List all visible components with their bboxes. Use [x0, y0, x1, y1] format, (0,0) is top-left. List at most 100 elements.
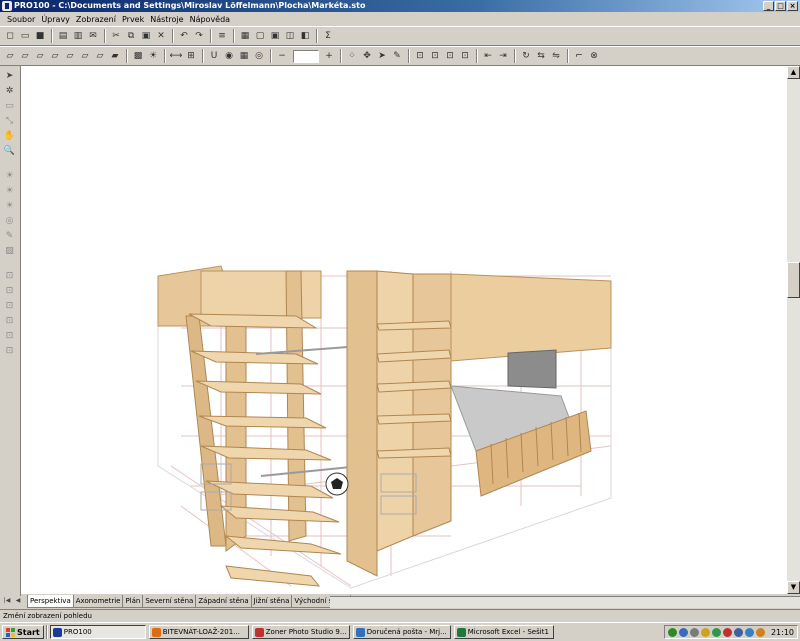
undo-icon[interactable]: ↶ [177, 29, 191, 43]
new-file-icon[interactable]: ◻ [3, 29, 17, 43]
move-icon[interactable]: ✥ [360, 49, 374, 63]
maximize-button[interactable]: □ [775, 1, 786, 11]
scroll-up-button[interactable]: ▲ [787, 66, 800, 79]
tray-shield-icon[interactable] [678, 627, 688, 637]
paint-icon[interactable]: ▨ [3, 245, 16, 258]
left-side-panel[interactable] [185, 315, 227, 547]
save-icon[interactable]: ■ [33, 29, 47, 43]
pan-tool-icon[interactable]: ✋ [3, 130, 16, 143]
menu-2[interactable]: Zobrazení [73, 15, 119, 24]
taskbar-item-4[interactable]: Microsoft Excel - Sešit1 [453, 625, 554, 639]
tab-2[interactable]: Plán [122, 595, 144, 608]
menu-3[interactable]: Prvek [119, 15, 147, 24]
start-button[interactable]: Start [2, 625, 44, 639]
vertical-scrollbar[interactable]: ▲ ▼ [787, 66, 800, 594]
tab-4[interactable]: Západní stěna [195, 595, 252, 608]
cube-front-icon[interactable]: ▱ [78, 49, 92, 63]
zoom-input[interactable] [293, 49, 319, 63]
cube-left-icon[interactable]: ▱ [33, 49, 47, 63]
texture-icon[interactable]: ▩ [131, 49, 145, 63]
taskbar-item-1[interactable]: BITEVNÁT-LOAŽ-201... [148, 625, 249, 639]
horizontal-scrollbar[interactable] [330, 596, 800, 608]
close-button[interactable]: × [787, 1, 798, 11]
tray-globe-icon[interactable] [744, 627, 754, 637]
left-top-panel[interactable] [200, 270, 322, 319]
view-list-icon[interactable]: ▦ [238, 29, 252, 43]
copy-icon[interactable]: ⧉ [124, 29, 138, 43]
snap-1-icon[interactable]: ⊡ [3, 270, 16, 283]
grid-lines-icon[interactable]: ⊞ [184, 49, 198, 63]
center-tall-side[interactable] [376, 270, 414, 552]
bed-overhead-cabinet[interactable] [450, 273, 612, 362]
print-icon[interactable]: ▥ [71, 29, 85, 43]
tab-0[interactable]: Perspektiva [27, 595, 74, 608]
light-3-icon[interactable]: ☀ [3, 200, 16, 213]
pen-icon[interactable]: ✎ [390, 49, 404, 63]
snap-3-icon[interactable]: ⊡ [3, 300, 16, 313]
paste-icon[interactable]: ▣ [139, 29, 153, 43]
brush-icon[interactable]: ✎ [3, 230, 16, 243]
sum-icon[interactable]: Σ [321, 29, 335, 43]
rotate-icon[interactable]: ↻ [519, 49, 533, 63]
zoom-in-icon[interactable]: + [322, 49, 336, 63]
right-unit-body[interactable] [412, 273, 452, 537]
menu-4[interactable]: Nástroje [147, 15, 186, 24]
cube-right-icon[interactable]: ▱ [48, 49, 62, 63]
target-icon[interactable]: ◎ [252, 49, 266, 63]
open-folder-icon[interactable]: ▭ [18, 29, 32, 43]
cube-icon[interactable]: ▱ [3, 49, 17, 63]
cube-open-icon[interactable]: ▱ [18, 49, 32, 63]
snap-2-icon[interactable]: ⊡ [3, 285, 16, 298]
snap-6-icon[interactable]: ⊡ [3, 345, 16, 358]
cube-color-icon[interactable]: ▰ [108, 49, 122, 63]
tray-update-icon[interactable] [700, 627, 710, 637]
light-2-icon[interactable]: ☀ [3, 185, 16, 198]
cut-icon[interactable]: ✂ [109, 29, 123, 43]
cube-top-icon[interactable]: ▱ [93, 49, 107, 63]
tab-1[interactable]: Axonometrie [72, 595, 124, 608]
cube-back-icon[interactable]: ▱ [63, 49, 77, 63]
snap-5-icon[interactable]: ⊡ [3, 330, 16, 343]
tab-prev-icon[interactable]: ◀ [13, 596, 23, 606]
delete-icon[interactable]: ✕ [154, 29, 168, 43]
globe-icon[interactable]: ◉ [222, 49, 236, 63]
menu-0[interactable]: Soubor [4, 15, 38, 24]
grid-dots-icon[interactable]: ⁘ [345, 49, 359, 63]
dim-3-icon[interactable]: ⊡ [443, 49, 457, 63]
arrow-select-icon[interactable]: ➤ [375, 49, 389, 63]
view-front-icon[interactable]: ▢ [253, 29, 267, 43]
zoom-out-icon[interactable]: − [275, 49, 289, 63]
tray-volume-icon[interactable] [689, 627, 699, 637]
tab-3[interactable]: Severní stěna [142, 595, 197, 608]
measure-icon[interactable]: ⟷ [169, 49, 183, 63]
view-top-icon[interactable]: ▣ [268, 29, 282, 43]
tray-mail-icon[interactable] [755, 627, 765, 637]
scroll-thumb[interactable] [787, 262, 800, 298]
dim-2-icon[interactable]: ⊡ [428, 49, 442, 63]
view-side-icon[interactable]: ◫ [283, 29, 297, 43]
camera-icon[interactable]: ◎ [3, 215, 16, 228]
dim-1-icon[interactable]: ⊡ [413, 49, 427, 63]
tray-network-icon[interactable] [667, 627, 677, 637]
flip-icon[interactable]: ⇆ [534, 49, 548, 63]
mirror-icon[interactable]: ⇋ [549, 49, 563, 63]
taskbar-item-0[interactable]: PRO100 [49, 625, 146, 639]
print-preview-icon[interactable]: ▤ [56, 29, 70, 43]
light-icon[interactable]: ☀ [146, 49, 160, 63]
zoom-tool-icon[interactable]: 🔍 [3, 145, 16, 158]
3d-viewport[interactable] [21, 66, 787, 594]
wall-icon[interactable]: ⌐ [572, 49, 586, 63]
align-left-icon[interactable]: ⇤ [481, 49, 495, 63]
tab-5[interactable]: Jižní stěna [250, 595, 293, 608]
minimize-button[interactable]: _ [763, 1, 774, 11]
taskbar-item-2[interactable]: Zoner Photo Studio 9... [251, 625, 350, 639]
dim-4-icon[interactable]: ⊡ [458, 49, 472, 63]
snap-4-icon[interactable]: ⊡ [3, 315, 16, 328]
select-tool-icon[interactable]: ➤ [3, 70, 16, 83]
stop-icon[interactable]: ⊗ [587, 49, 601, 63]
send-icon[interactable]: ✉ [86, 29, 100, 43]
rotate-3d-icon[interactable]: ✲ [3, 85, 16, 98]
tray-monitor-icon[interactable] [733, 627, 743, 637]
tray-antivirus-icon[interactable] [722, 627, 732, 637]
tray-chat-icon[interactable] [711, 627, 721, 637]
